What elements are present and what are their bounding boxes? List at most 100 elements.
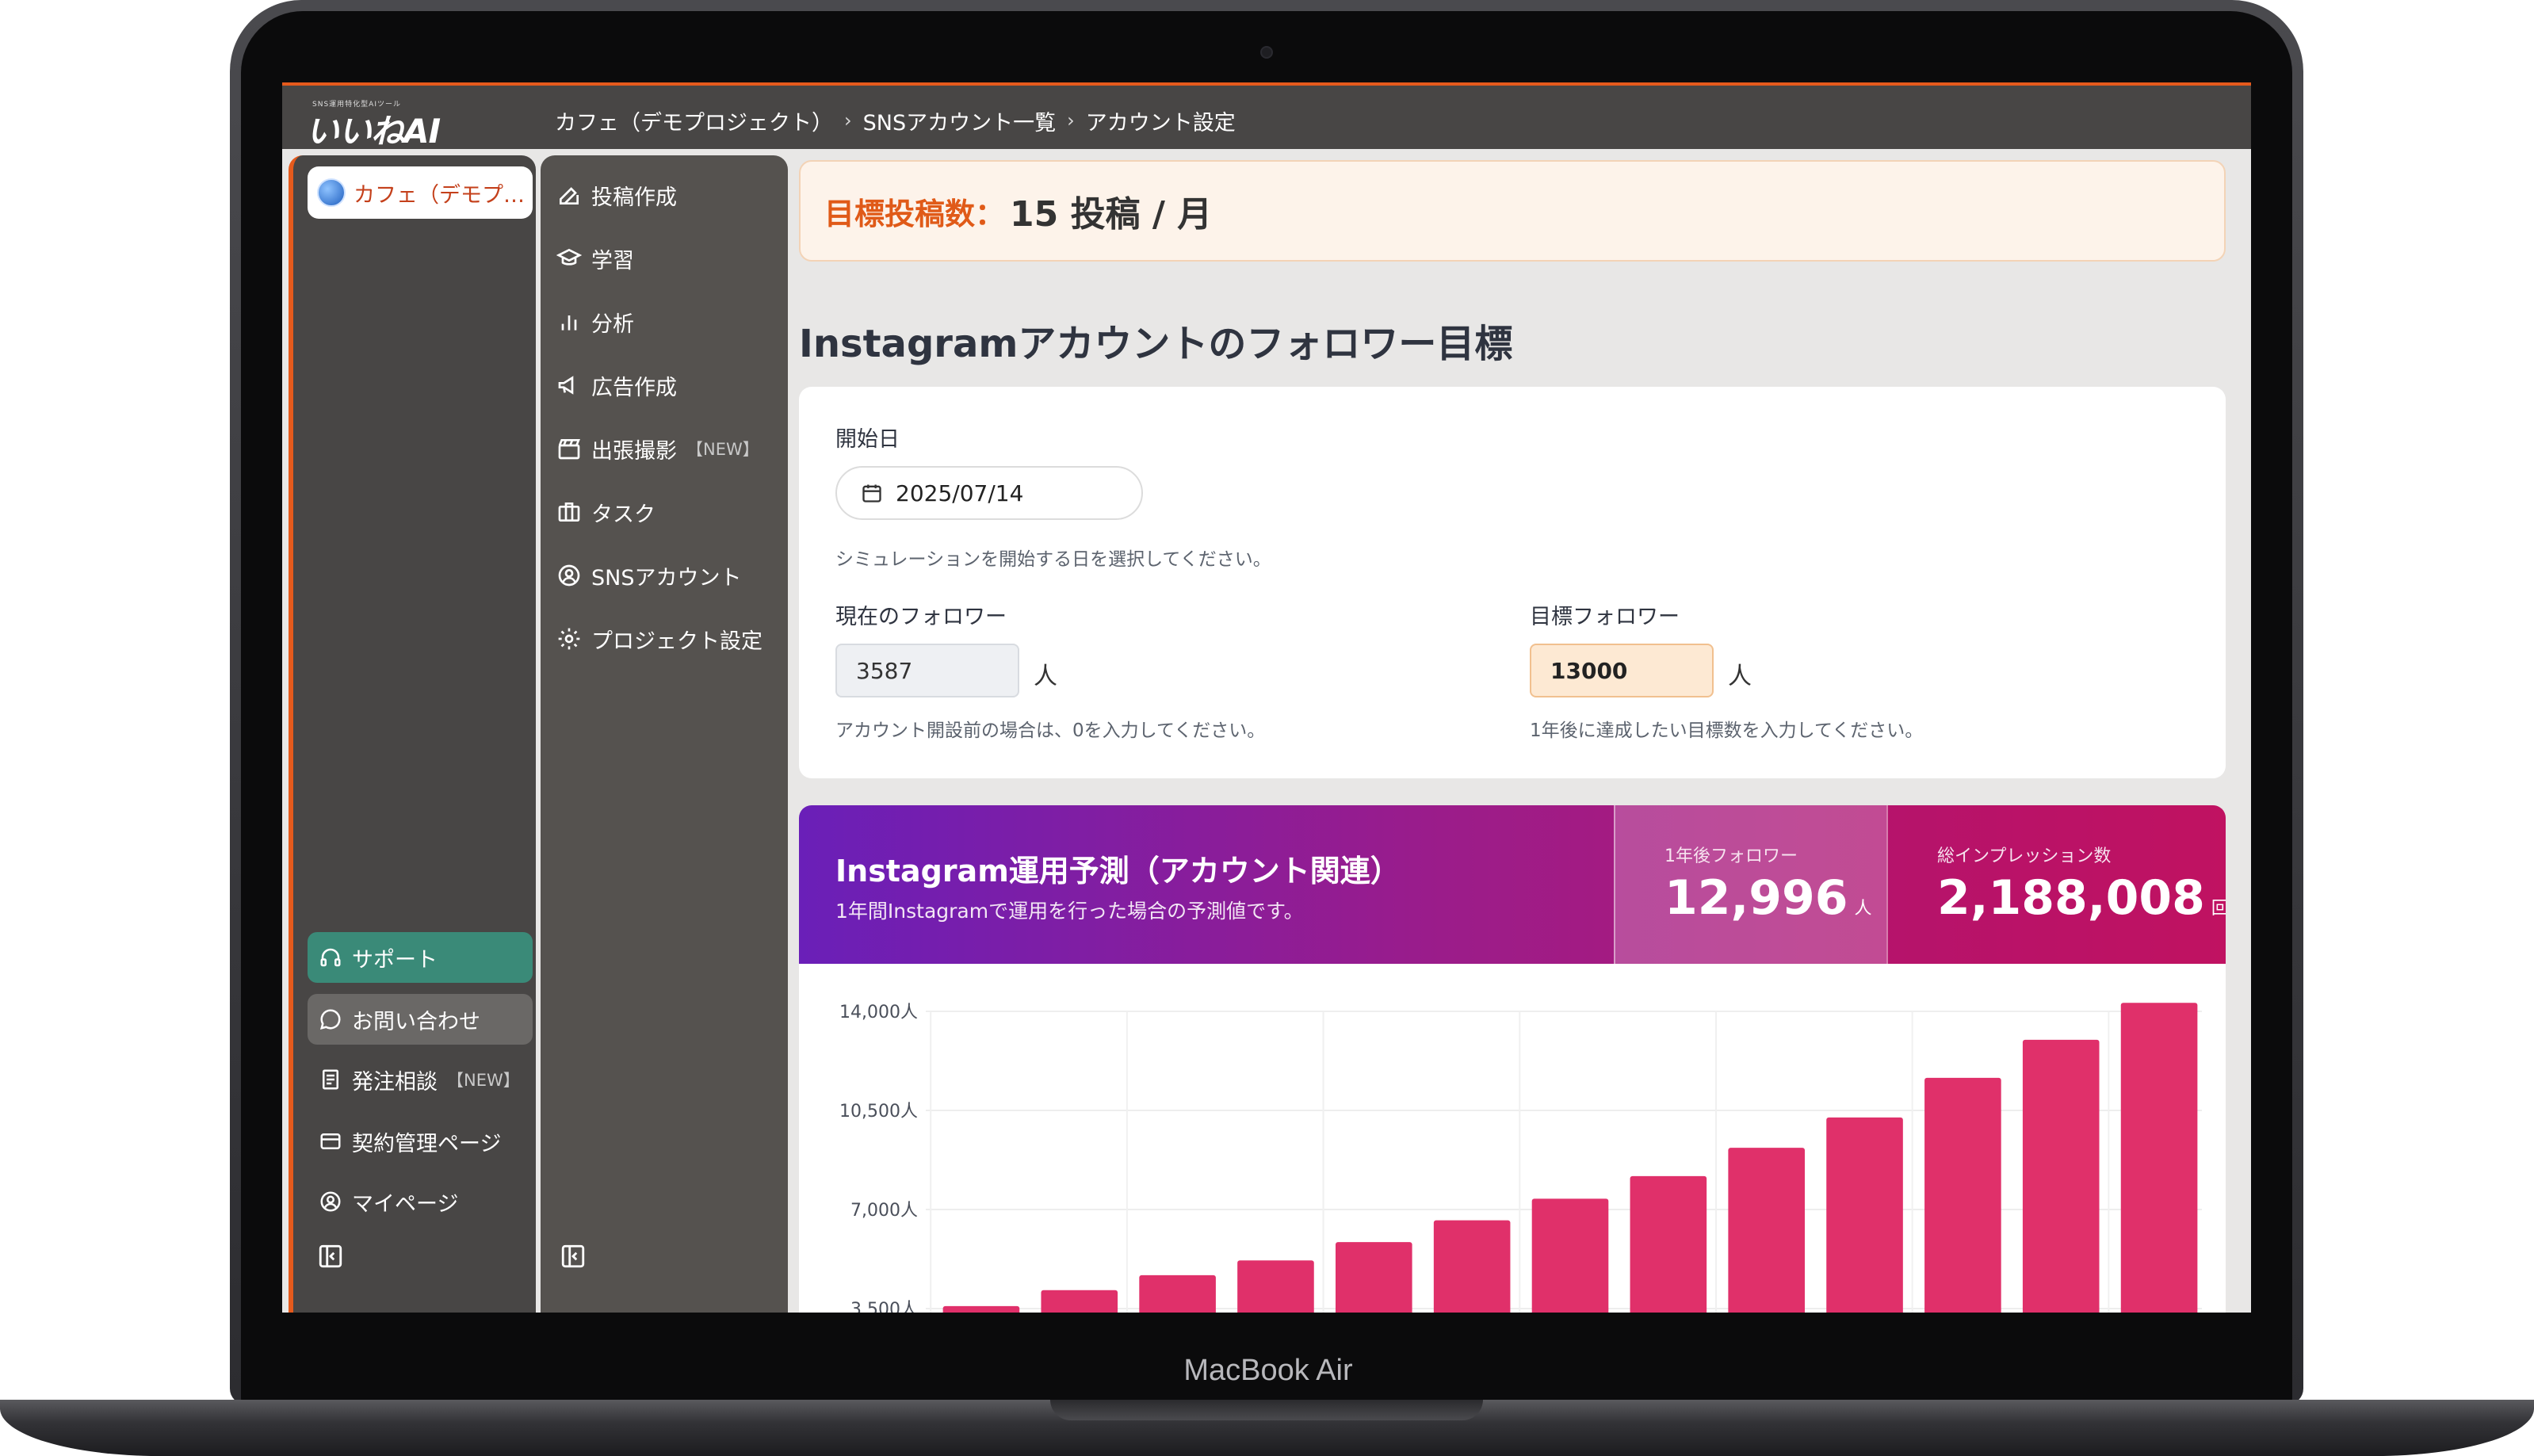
current-followers-help: アカウント開設前の場合は、0を入力してください。 — [835, 720, 1266, 741]
y-tick-label: 10,500人 — [839, 1102, 918, 1122]
sidebar-item-mypage[interactable]: マイページ — [308, 1176, 533, 1227]
section-title: Instagramアカウントのフォロワー目標 — [799, 322, 1513, 366]
chart-bar-9[interactable] — [1728, 1148, 1805, 1313]
nav-item-label: 出張撮影 — [591, 438, 677, 464]
kpi-followers-label: 1年後フォロワー — [1664, 846, 1798, 866]
chart-bar-2[interactable] — [1041, 1290, 1118, 1313]
sidebar-item-order-consult[interactable]: 発注相談 【NEW】 — [308, 1054, 533, 1105]
sidebar-item-label: マイページ — [352, 1191, 459, 1217]
start-date-label: 開始日 — [835, 427, 900, 452]
project-nav: 投稿作成 学習 分析 広告作成 出張撮影 【NEW】 タスク SNSアカウント — [541, 155, 788, 1313]
start-date-picker[interactable]: 2025/07/14 — [835, 466, 1143, 520]
kpi-followers-unit: 人 — [1854, 899, 1872, 919]
new-badge: 【NEW】 — [447, 1071, 520, 1090]
nav-item-create-post[interactable]: 投稿作成 — [556, 171, 778, 219]
kpi-impressions-value: 2,188,008 — [1937, 870, 2205, 926]
nav-item-project-settings[interactable]: プロジェクト設定 — [556, 615, 778, 663]
bar-chart-icon — [561, 315, 577, 331]
clapperboard-icon — [558, 439, 580, 460]
calendar-icon — [862, 484, 881, 503]
sidebar-item-label: お問い合わせ — [352, 1009, 480, 1034]
forecast-subtitle: 1年間Instagramで運用を行った場合の予測値です。 — [835, 900, 1304, 923]
nav-item-tasks[interactable]: タスク — [556, 488, 778, 536]
nav-collapse-icon[interactable] — [560, 1243, 587, 1270]
credit-card-icon — [320, 1133, 341, 1149]
app-logo[interactable]: SNS運用特化型AIツール いいねAI — [306, 98, 464, 151]
chat-bubble-icon — [319, 1009, 341, 1030]
nav-item-label: 学習 — [591, 248, 634, 273]
chart-bar-11[interactable] — [1924, 1077, 2001, 1313]
chart-bar-8[interactable] — [1630, 1175, 1707, 1313]
user-circle-icon — [320, 1191, 341, 1212]
forecast-header: Instagram運用予測（アカウント関連） 1年間Instagramで運用を行… — [799, 805, 2226, 964]
camera-icon — [1260, 46, 1273, 59]
start-date-value: 2025/07/14 — [896, 480, 1024, 506]
breadcrumb-item-project[interactable]: カフェ（デモプロジェクト） — [555, 105, 833, 136]
kpi-followers-value-wrap: 12,996 人 — [1664, 870, 1872, 926]
nav-item-label: SNSアカウント — [591, 565, 742, 590]
follower-forecast-chart: 3,500人 7,000人 10,500人 14,000人 — [839, 1003, 2202, 1313]
post-goal-label: 目標投稿数： — [824, 196, 1006, 231]
nav-item-label: 広告作成 — [591, 375, 677, 400]
nav-item-label: プロジェクト設定 — [591, 629, 762, 654]
top-bar: SNS運用特化型AIツール いいねAI カフェ（デモプロジェクト） › SNSア… — [282, 82, 2251, 151]
kpi-followers: 1年後フォロワー 12,996 人 — [1614, 805, 1886, 964]
chevron-right-icon: › — [1067, 109, 1075, 132]
laptop-hinge-notch — [1050, 1400, 1483, 1420]
chart-bar-1[interactable] — [942, 1305, 1020, 1313]
chevron-right-icon: › — [844, 109, 852, 132]
chart-bar-10[interactable] — [1826, 1117, 1903, 1313]
device-label: MacBook Air — [1183, 1354, 1353, 1387]
sidebar-item-contract[interactable]: 契約管理ページ — [308, 1116, 533, 1167]
current-followers-unit: 人 — [1034, 663, 1057, 690]
project-avatar-icon — [317, 178, 346, 207]
current-followers-input[interactable]: 3587 — [835, 644, 1019, 697]
forecast-title: Instagram運用予測（アカウント関連） — [835, 854, 1401, 889]
sidebar-item-label: 発注相談 — [352, 1069, 438, 1095]
sidebar-item-label: サポート — [352, 947, 438, 973]
sidebar: カフェ（デモプロジェクト） サポート お問い合わせ 発注相談 【NEW】 契約管… — [289, 155, 536, 1313]
document-icon — [323, 1069, 338, 1090]
breadcrumb-item-sns-accounts[interactable]: SNSアカウント一覧 — [863, 105, 1056, 136]
kpi-impressions-label: 総インプレッション数 — [1937, 846, 2112, 866]
nav-item-label: 分析 — [591, 311, 634, 337]
project-selector[interactable]: カフェ（デモプロジェクト） — [308, 166, 533, 219]
nav-item-label: 投稿作成 — [591, 185, 677, 210]
chart-bar-7[interactable] — [1531, 1198, 1609, 1313]
target-followers-help: 1年後に達成したい目標数を入力してください。 — [1530, 720, 1924, 741]
chart-bar-12[interactable] — [2022, 1039, 2100, 1313]
sidebar-item-support[interactable]: サポート — [308, 932, 533, 983]
nav-item-photo-shoot[interactable]: 出張撮影 【NEW】 — [556, 425, 778, 472]
sidebar-collapse-icon[interactable] — [317, 1243, 344, 1270]
chart-bar-5[interactable] — [1336, 1242, 1412, 1313]
nav-item-sns-accounts[interactable]: SNSアカウント — [556, 552, 778, 599]
screen: SNS運用特化型AIツール いいねAI カフェ（デモプロジェクト） › SNSア… — [282, 82, 2251, 1313]
follower-goal-form: 開始日 2025/07/14 シミュレーションを開始する日を選択してください。 … — [799, 387, 2226, 778]
nav-item-learning[interactable]: 学習 — [556, 235, 778, 282]
logo-text: いいねAI — [306, 112, 441, 151]
sidebar-item-label: 契約管理ページ — [352, 1131, 502, 1156]
y-tick-label: 3,500人 — [850, 1300, 918, 1313]
nav-item-ad-creation[interactable]: 広告作成 — [556, 361, 778, 409]
kpi-impressions-value-wrap: 2,188,008 回 — [1937, 870, 2226, 926]
kpi-impressions: 総インプレッション数 2,188,008 回 — [1886, 805, 2226, 964]
forecast-card: Instagram運用予測（アカウント関連） 1年間Instagramで運用を行… — [799, 805, 2226, 1313]
chart-bar-13[interactable] — [2120, 1003, 2198, 1313]
gear-icon — [558, 628, 580, 650]
nav-item-analytics[interactable]: 分析 — [556, 298, 778, 346]
kpi-followers-value: 12,996 — [1664, 870, 1848, 926]
sidebar-item-contact[interactable]: お問い合わせ — [308, 994, 533, 1045]
breadcrumb: カフェ（デモプロジェクト） › SNSアカウント一覧 › アカウント設定 — [555, 105, 1236, 136]
headset-icon — [320, 948, 341, 967]
y-tick-label: 14,000人 — [839, 1003, 918, 1022]
nav-item-label: タスク — [591, 502, 655, 527]
chart-bar-3[interactable] — [1139, 1274, 1216, 1313]
target-followers-label: 目標フォロワー — [1530, 605, 1680, 629]
user-circle-icon — [558, 564, 580, 587]
chart-bar-6[interactable] — [1433, 1220, 1511, 1313]
breadcrumb-item-account-settings: アカウント設定 — [1085, 110, 1236, 136]
briefcase-icon — [558, 503, 580, 522]
chart-bar-4[interactable] — [1237, 1260, 1314, 1313]
post-goal-value: 15 投稿 / 月 — [1010, 194, 1213, 235]
target-followers-input[interactable]: 13000 — [1530, 644, 1714, 697]
